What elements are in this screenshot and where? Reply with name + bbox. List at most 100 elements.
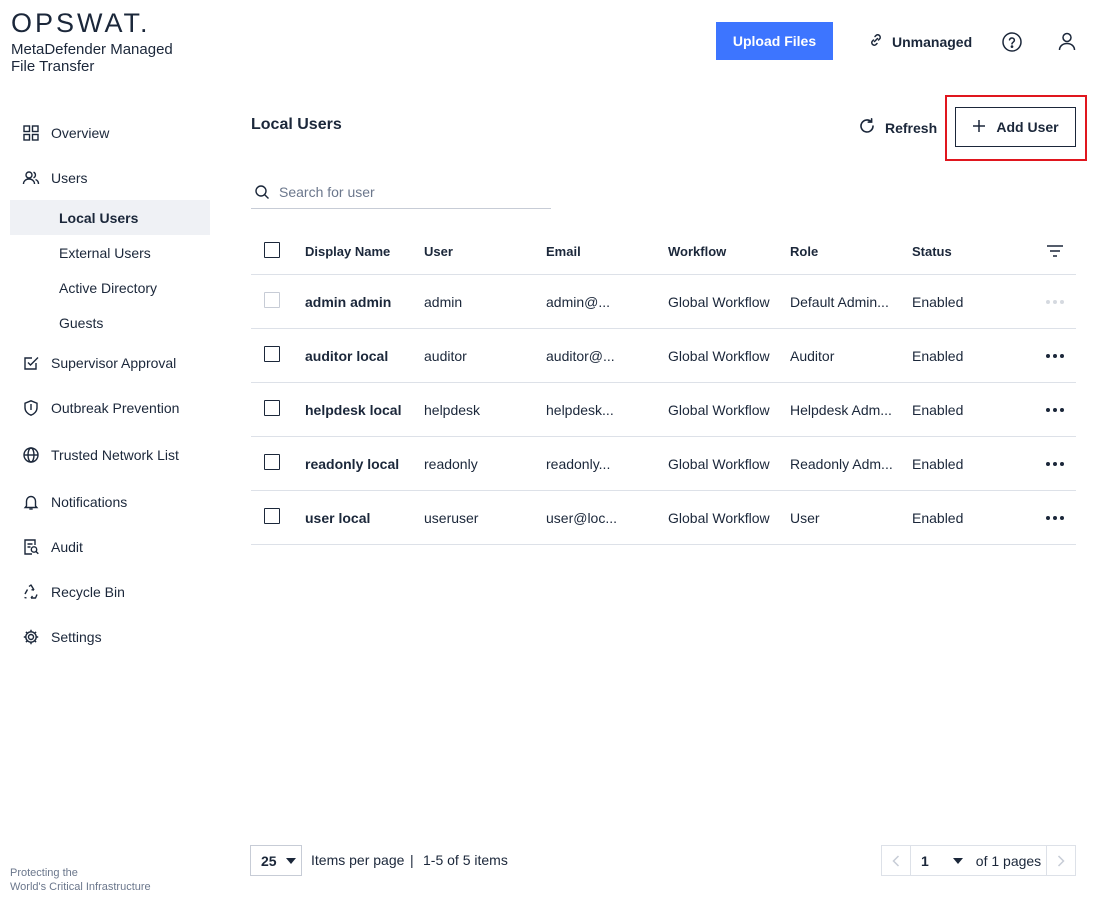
user-profile-icon[interactable]: [1056, 30, 1078, 52]
caret-down-icon: [953, 857, 963, 864]
cell-status: Enabled: [912, 401, 964, 418]
column-filter-cell: [1034, 244, 1076, 258]
column-header-status[interactable]: Status: [912, 244, 1034, 259]
cell-status: Enabled: [912, 293, 964, 310]
sidebar-item-label: Recycle Bin: [51, 583, 125, 600]
row-checkbox-cell: [251, 346, 305, 365]
product-name-line2: File Transfer: [11, 58, 95, 75]
cell-status: Enabled: [912, 347, 964, 364]
row-checkbox-cell: [251, 454, 305, 473]
row-checkbox[interactable]: [264, 454, 280, 470]
table-header-row: Display Name User Email Workflow Role St…: [251, 228, 1076, 275]
sidebar-item-notifications[interactable]: Notifications: [10, 479, 210, 524]
sidebar-item-users[interactable]: Users: [10, 155, 210, 200]
table-row[interactable]: helpdesk local helpdesk helpdesk... Glob…: [251, 383, 1076, 437]
search-icon: [255, 185, 269, 199]
gear-icon: [22, 628, 40, 646]
users-icon: [22, 169, 40, 187]
row-actions-cell: [1034, 407, 1076, 412]
sidebar-item-recycle-bin[interactable]: Recycle Bin: [10, 569, 210, 614]
table-row[interactable]: readonly local readonly readonly... Glob…: [251, 437, 1076, 491]
bell-icon: [22, 493, 40, 511]
unmanaged-label: Unmanaged: [892, 33, 973, 50]
cell-email: admin@...: [546, 293, 611, 310]
cell-role: Helpdesk Adm...: [790, 401, 892, 418]
more-actions-icon[interactable]: [1046, 407, 1064, 412]
sidebar-item-supervisor-approval[interactable]: Supervisor Approval: [10, 340, 210, 385]
row-actions-cell: [1034, 461, 1076, 466]
cell-role: Readonly Adm...: [790, 455, 893, 472]
add-user-button[interactable]: Add User: [955, 107, 1076, 147]
items-per-page-label: Items per page: [311, 852, 405, 868]
sidebar-item-overview[interactable]: Overview: [10, 110, 210, 155]
page-navigator: 1 of 1 pages: [881, 845, 1076, 876]
cell-user: helpdesk: [424, 401, 481, 418]
header-checkbox-cell: [251, 241, 305, 261]
checkbox-approval-icon: [22, 354, 40, 372]
column-header-role[interactable]: Role: [790, 244, 912, 259]
cell-role: Default Admin...: [790, 293, 889, 310]
page-number-select[interactable]: 1: [911, 853, 971, 869]
cell-email: readonly...: [546, 455, 611, 472]
row-checkbox[interactable]: [264, 508, 280, 524]
table-row[interactable]: auditor local auditor auditor@... Global…: [251, 329, 1076, 383]
column-header-email[interactable]: Email: [546, 244, 668, 259]
globe-icon: [22, 446, 40, 464]
chevron-left-icon: [892, 854, 900, 867]
brand-logo: OPSWAT. MetaDefender Managed File Transf…: [11, 10, 173, 76]
column-header-workflow[interactable]: Workflow: [668, 244, 790, 259]
unmanaged-link[interactable]: Unmanaged: [868, 32, 972, 51]
sidebar-subitem-local-users[interactable]: Local Users: [10, 200, 210, 235]
row-checkbox[interactable]: [264, 400, 280, 416]
column-header-user[interactable]: User: [424, 244, 546, 259]
row-checkbox-cell: [251, 292, 305, 311]
sidebar-item-trusted-network-list[interactable]: Trusted Network List: [10, 430, 210, 479]
cell-workflow: Global Workflow: [668, 347, 770, 364]
row-actions-cell: [1034, 299, 1076, 304]
sidebar-subitem-external-users[interactable]: External Users: [10, 235, 210, 270]
sidebar-item-label: Users: [51, 169, 88, 186]
table-row[interactable]: admin admin admin admin@... Global Workf…: [251, 275, 1076, 329]
cell-email: auditor@...: [546, 347, 615, 364]
row-checkbox[interactable]: [264, 346, 280, 362]
chevron-right-icon: [1057, 854, 1065, 867]
next-page-button[interactable]: [1046, 846, 1075, 875]
help-circle-icon[interactable]: [1001, 31, 1023, 53]
page-title: Local Users: [251, 116, 342, 133]
more-actions-icon[interactable]: [1046, 353, 1064, 358]
sidebar-item-label: Notifications: [51, 493, 128, 510]
more-actions-icon[interactable]: [1046, 515, 1064, 520]
cell-role: User: [790, 509, 820, 526]
column-header-display-name[interactable]: Display Name: [305, 244, 424, 259]
cell-user: useruser: [424, 509, 479, 526]
table-row[interactable]: user local useruser user@loc... Global W…: [251, 491, 1076, 545]
cell-user: readonly: [424, 455, 478, 472]
current-page: 1: [921, 852, 929, 869]
grid-icon: [22, 124, 40, 142]
refresh-icon: [858, 117, 876, 138]
audit-search-icon: [22, 538, 40, 556]
sidebar-subitem-active-directory[interactable]: Active Directory: [10, 270, 210, 305]
select-all-checkbox[interactable]: [264, 241, 280, 258]
cell-display-name: user local: [305, 509, 371, 526]
plus-icon: [972, 119, 986, 136]
pagination-separator: |: [410, 852, 414, 868]
row-checkbox-cell: [251, 400, 305, 419]
sidebar-subitem-guests[interactable]: Guests: [10, 305, 210, 340]
row-actions-cell: [1034, 353, 1076, 358]
previous-page-button[interactable]: [882, 846, 911, 875]
sidebar-item-settings[interactable]: Settings: [10, 614, 210, 659]
shield-icon: [22, 399, 40, 417]
row-checkbox: [264, 292, 280, 308]
cell-role: Auditor: [790, 347, 835, 364]
sidebar-item-audit[interactable]: Audit: [10, 524, 210, 569]
items-per-page-select[interactable]: 25: [250, 845, 302, 876]
filter-icon[interactable]: [1046, 244, 1064, 258]
cell-workflow: Global Workflow: [668, 509, 770, 526]
refresh-button[interactable]: Refresh: [858, 117, 937, 138]
sidebar-item-label: Settings: [51, 628, 102, 645]
search-input[interactable]: [279, 184, 529, 200]
more-actions-icon[interactable]: [1046, 461, 1064, 466]
sidebar-item-outbreak-prevention[interactable]: Outbreak Prevention: [10, 385, 210, 430]
upload-files-button[interactable]: Upload Files: [716, 22, 833, 60]
